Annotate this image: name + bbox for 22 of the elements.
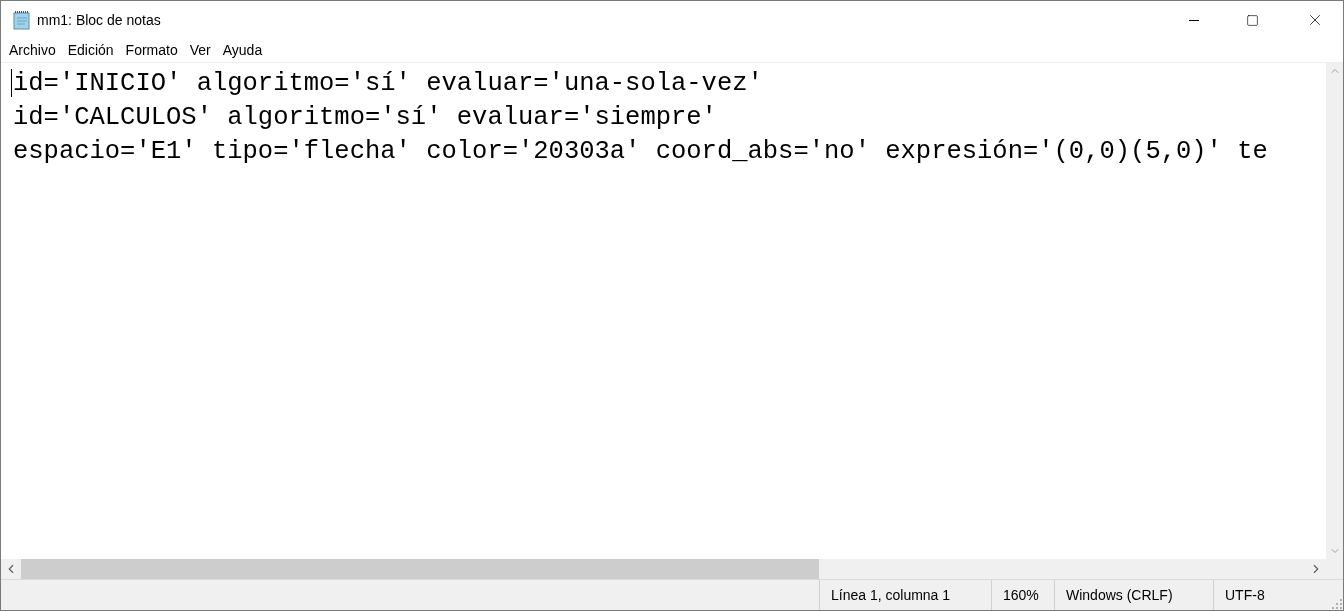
status-text: Línea 1, columna 1 <box>831 585 951 605</box>
window-title: mm1: Bloc de notas <box>37 10 161 30</box>
horizontal-scrollbar[interactable] <box>1 559 1326 579</box>
notepad-icon <box>12 10 32 30</box>
minimize-icon <box>1189 19 1199 21</box>
status-text: 160% <box>1003 585 1039 605</box>
menu-item[interactable]: Ayuda <box>216 40 269 61</box>
vertical-scrollbar[interactable] <box>1326 63 1343 559</box>
text-line: id='INICIO' algoritmo='sí' evaluar='una-sola-vez' <box>13 68 763 100</box>
menu-item[interactable]: Edición <box>61 40 120 61</box>
status-text: UTF-8 <box>1225 585 1265 605</box>
text-cursor <box>11 69 12 97</box>
resize-grip-icon[interactable] <box>1332 599 1342 609</box>
menu-item[interactable]: Ver <box>183 40 217 61</box>
menu-item[interactable]: Formato <box>119 40 184 61</box>
text-line: id='CALCULOS' algoritmo='sí' evaluar='siempre' <box>13 102 717 134</box>
text-line: espacio='E1' tipo='flecha' color='20303a' coord_abs='no' expresión='(0,0)(5,0)' te <box>13 136 1268 168</box>
menu-item[interactable]: Archivo <box>3 40 62 61</box>
status-text: Windows (CRLF) <box>1066 585 1173 605</box>
maximize-icon <box>1245 13 1259 27</box>
text-editor[interactable]: id='INICIO' algoritmo='sí' evaluar='una-sola-vez' id='CALCULOS' algoritmo='sí' evaluar='siempre' espacio='E1' tipo='flecha' color='20303a' coord_abs='no' expresión='(0,0)(5,0)' te <box>1 63 1326 559</box>
scrollbar-thumb[interactable] <box>21 559 819 579</box>
